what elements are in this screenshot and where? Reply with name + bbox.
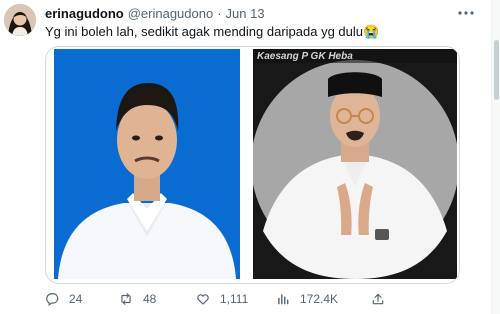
views-button[interactable]: 172.4K bbox=[276, 290, 338, 308]
like-button[interactable]: 1,111 bbox=[196, 290, 248, 308]
retweet-button[interactable]: 48 bbox=[119, 290, 156, 308]
photo-right-gray-circle[interactable]: Kaesang P GK Heba bbox=[253, 49, 457, 279]
author-name[interactable]: erinagudono bbox=[45, 6, 124, 21]
reply-button[interactable]: 24 bbox=[45, 290, 82, 308]
views-icon bbox=[278, 294, 289, 305]
share-button[interactable] bbox=[371, 290, 385, 308]
tweet-media[interactable]: Kaesang P GK Heba bbox=[45, 46, 460, 284]
tweet-text: Yg ini boleh lah, sedikit agak mending d… bbox=[45, 24, 380, 39]
overlay-caption: Kaesang P GK Heba bbox=[257, 51, 353, 62]
photo-left-blue-background[interactable] bbox=[54, 49, 240, 279]
author-handle[interactable]: @erinagudono bbox=[128, 6, 213, 21]
tweet-actions: 24 48 1,111 172.4K bbox=[45, 290, 465, 308]
reply-icon bbox=[46, 293, 59, 306]
like-icon bbox=[197, 294, 209, 305]
tweet-date[interactable]: Jun 13 bbox=[226, 6, 265, 21]
author-avatar[interactable] bbox=[4, 4, 36, 36]
tweet-header: erinagudono @erinagudono · Jun 13 bbox=[45, 4, 265, 22]
reply-count: 24 bbox=[69, 292, 83, 306]
retweet-icon bbox=[121, 293, 131, 305]
retweet-count: 48 bbox=[143, 292, 157, 306]
separator-dot: · bbox=[217, 5, 222, 21]
share-icon bbox=[372, 293, 384, 305]
views-count: 172.4K bbox=[300, 292, 339, 306]
more-dots-icon[interactable] bbox=[452, 4, 480, 22]
like-count: 1,111 bbox=[220, 292, 249, 306]
scrollbar-thumb[interactable] bbox=[494, 40, 499, 100]
scrollbar[interactable] bbox=[491, 0, 500, 314]
tweet-card[interactable]: erinagudono @erinagudono · Jun 13 Yg ini… bbox=[0, 0, 488, 314]
